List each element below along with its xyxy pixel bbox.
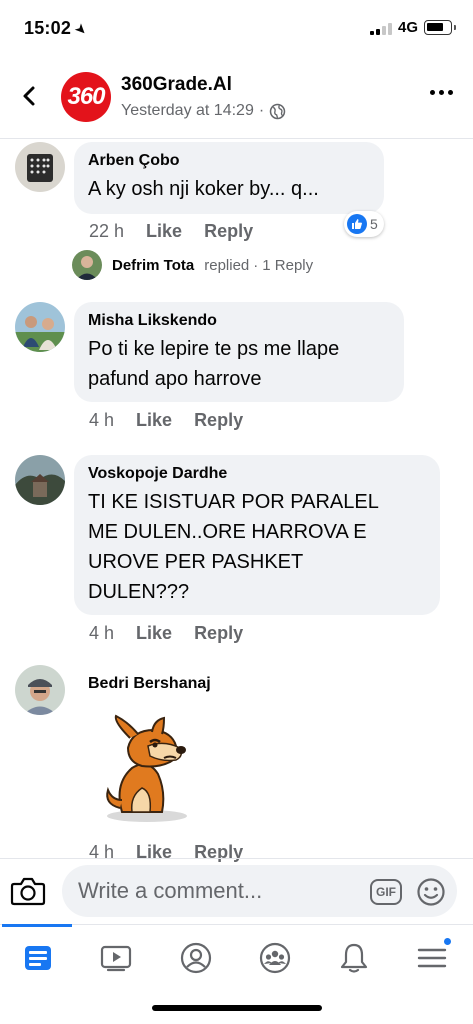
- reply-action: replied: [204, 256, 250, 274]
- comment-time[interactable]: 4 h: [89, 410, 114, 431]
- like-button[interactable]: Like: [136, 410, 172, 431]
- avatar: [72, 250, 102, 280]
- tab-home[interactable]: [8, 933, 68, 983]
- more-options-icon[interactable]: [430, 90, 456, 100]
- comment-bubble[interactable]: Misha Likskendo Po ti ke lepire te ps me…: [74, 302, 404, 402]
- comment-composer: GIF: [0, 858, 473, 924]
- home-feed-icon: [25, 946, 51, 970]
- back-chevron-icon[interactable]: [18, 84, 42, 108]
- replies-summary[interactable]: Defrim Tota replied · 1 Reply: [72, 250, 313, 280]
- groups-icon: [259, 942, 291, 974]
- reaction-count: 5: [370, 216, 378, 232]
- comment-actions: 22 h Like Reply: [89, 221, 253, 242]
- comment-text-line: DULEN???: [88, 581, 190, 603]
- comment-time[interactable]: 22 h: [89, 221, 124, 242]
- post-meta: Yesterday at 14:29 ·: [121, 102, 286, 120]
- reaction-summary[interactable]: 5: [344, 211, 384, 237]
- avatar[interactable]: [15, 455, 65, 505]
- home-indicator: [152, 1005, 322, 1011]
- notifications-icon: [340, 943, 368, 973]
- post-timestamp[interactable]: Yesterday at 14:29: [121, 102, 254, 120]
- status-bar: 15:02➤ 4G: [0, 0, 473, 52]
- reply-author: Defrim Tota: [112, 256, 195, 274]
- comment-text-line: Po ti ke lepire te ps me llape: [88, 338, 340, 360]
- location-arrow-icon: ➤: [71, 19, 92, 40]
- reply-separator: ·: [253, 256, 259, 274]
- watch-icon: [100, 945, 132, 972]
- profile-icon: [180, 942, 212, 974]
- comment-bubble[interactable]: Arben Çobo A ky osh nji koker by... q...: [74, 142, 384, 214]
- network-type: 4G: [398, 19, 419, 36]
- notification-dot: [443, 937, 452, 946]
- comment-text-line: UROVE PER PASHKET: [88, 551, 304, 573]
- camera-icon[interactable]: [10, 875, 46, 907]
- meta-separator: ·: [258, 102, 265, 119]
- header-divider: [0, 138, 473, 139]
- page-logo-text: 360: [67, 83, 105, 110]
- comment-text: A ky osh nji koker by... q...: [88, 178, 319, 200]
- reply-button[interactable]: Reply: [194, 410, 243, 431]
- emoji-icon[interactable]: [416, 877, 446, 907]
- post-header: 360 360Grade.Al Yesterday at 14:29 ·: [0, 62, 473, 132]
- like-button[interactable]: Like: [146, 221, 182, 242]
- comment-text-line: ME DULEN..ORE HARROVA E: [88, 521, 367, 543]
- comment-text-line: pafund apo harrove: [88, 368, 262, 390]
- comment-author[interactable]: Misha Likskendo: [88, 312, 390, 330]
- reply-button[interactable]: Reply: [194, 623, 243, 644]
- comment-bubble[interactable]: Voskopoje Dardhe TI KE ISISTUAR POR PARA…: [74, 455, 440, 615]
- like-button[interactable]: Like: [136, 623, 172, 644]
- gif-icon[interactable]: GIF: [370, 879, 402, 905]
- tab-profile[interactable]: [166, 933, 226, 983]
- status-time: 15:02➤: [24, 18, 92, 40]
- globe-icon: [269, 103, 286, 119]
- comment-author[interactable]: Voskopoje Dardhe: [88, 465, 426, 483]
- comment-author[interactable]: Bedri Bershanaj: [88, 675, 211, 693]
- battery-icon: [424, 20, 456, 35]
- comment-time[interactable]: 4 h: [89, 623, 114, 644]
- comment-actions: 4 h Like Reply: [89, 623, 243, 644]
- menu-icon: [417, 948, 447, 968]
- tab-groups[interactable]: [245, 933, 305, 983]
- tab-notifications[interactable]: [324, 933, 384, 983]
- reply-button[interactable]: Reply: [204, 221, 253, 242]
- signal-strength-icon: [370, 23, 392, 35]
- avatar[interactable]: [15, 142, 65, 192]
- sad-dog-sticker: [106, 714, 187, 822]
- avatar[interactable]: [15, 665, 65, 715]
- avatar[interactable]: [15, 302, 65, 352]
- comment-author[interactable]: Arben Çobo: [88, 152, 370, 170]
- page-name[interactable]: 360Grade.Al: [121, 74, 232, 96]
- active-tab-indicator: [2, 924, 72, 927]
- comment-actions: 4 h Like Reply: [89, 410, 243, 431]
- comment-text-line: TI KE ISISTUAR POR PARALEL: [88, 491, 379, 513]
- tab-watch[interactable]: [86, 933, 146, 983]
- reply-count: 1 Reply: [262, 256, 314, 274]
- like-reaction-icon: [347, 214, 367, 234]
- page-logo[interactable]: 360: [61, 72, 111, 122]
- tab-menu[interactable]: [402, 933, 462, 983]
